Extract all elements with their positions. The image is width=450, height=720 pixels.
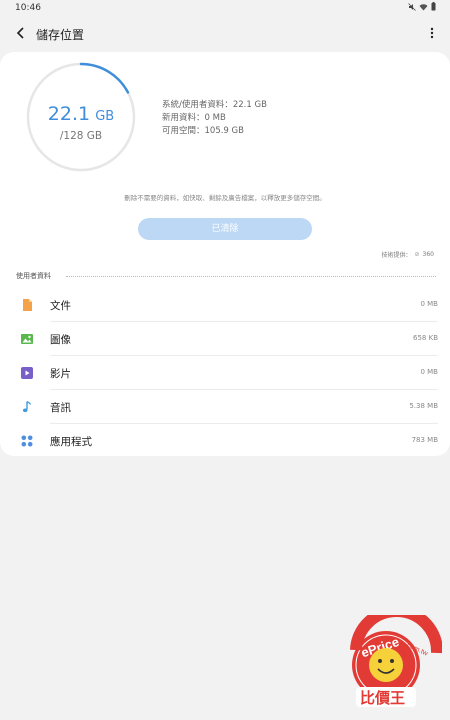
status-time: 10:46 (15, 3, 41, 13)
item-label: 圖像 (50, 334, 71, 346)
section-divider (66, 276, 436, 277)
item-label: 音訊 (50, 402, 71, 414)
list-item-documents[interactable]: 文件 0 MB (0, 288, 450, 322)
available-space-line: 可用空間：105.9 GB (162, 126, 244, 136)
back-arrow-icon (16, 27, 24, 39)
back-button[interactable] (11, 23, 31, 43)
item-size: 0 MB (420, 368, 438, 376)
item-size: 5.38 MB (409, 402, 438, 410)
clean-button[interactable]: 已清除 (138, 218, 312, 240)
item-size: 0 MB (420, 300, 438, 308)
provider-label: 技術提供： (381, 252, 412, 259)
battery-icon (431, 2, 436, 11)
wifi-icon (419, 3, 428, 10)
section-title: 使用者資料 (16, 271, 55, 281)
image-icon (21, 334, 33, 344)
audio-icon (22, 400, 32, 413)
status-bar: 10:46 (0, 0, 450, 16)
section-header: 使用者資料 (16, 271, 436, 281)
used-value: 22.1 (47, 103, 91, 125)
more-options-button[interactable] (426, 23, 438, 43)
cleanup-tip: 刪除不需要的資料，如快取、剩餘及廣告檔案，以釋放更多儲存空間。 (124, 194, 326, 202)
system-data-line: 系統/使用者資料：22.1 GB (162, 100, 267, 110)
provider-name: 360 (422, 251, 434, 258)
apps-icon (21, 435, 33, 447)
total-storage: /128 GB (59, 130, 103, 142)
storage-ring: 22.1 GB /128 GB (26, 62, 136, 172)
app-bar: 儲存位置 (0, 18, 450, 50)
provider-credit: 技術提供： ⊘ 360 (382, 250, 435, 259)
item-label: 應用程式 (50, 436, 92, 448)
more-vertical-icon (430, 27, 434, 39)
svg-text:比價王: 比價王 (360, 689, 405, 707)
storage-card: 22.1 GB /128 GB 系統/使用者資料：22.1 GB 新用資料：0 … (0, 52, 450, 456)
list-item-apps[interactable]: 應用程式 783 MB (0, 424, 450, 458)
page-title: 儲存位置 (36, 28, 85, 42)
used-unit: GB (95, 109, 115, 124)
video-icon (21, 367, 33, 379)
status-icons (408, 2, 436, 11)
used-storage: 22.1 GB (26, 103, 136, 125)
user-data-list: 文件 0 MB 圖像 658 KB 影片 0 MB 音訊 5.38 MB 應用程… (0, 288, 450, 458)
item-label: 影片 (50, 368, 71, 380)
item-label: 文件 (50, 300, 71, 312)
new-data-line: 新用資料：0 MB (162, 113, 226, 123)
item-size: 783 MB (411, 436, 438, 444)
eprice-watermark-logo: ePrice .com.tw 比價王 (350, 615, 442, 707)
storage-info: 系統/使用者資料：22.1 GB 新用資料：0 MB 可用空間：105.9 GB (162, 99, 267, 138)
mute-icon (408, 2, 416, 11)
provider-logo: ⊘ (414, 251, 420, 258)
list-item-videos[interactable]: 影片 0 MB (0, 356, 450, 390)
document-icon (23, 299, 32, 311)
list-item-audio[interactable]: 音訊 5.38 MB (0, 390, 450, 424)
item-size: 658 KB (413, 334, 438, 342)
list-item-images[interactable]: 圖像 658 KB (0, 322, 450, 356)
